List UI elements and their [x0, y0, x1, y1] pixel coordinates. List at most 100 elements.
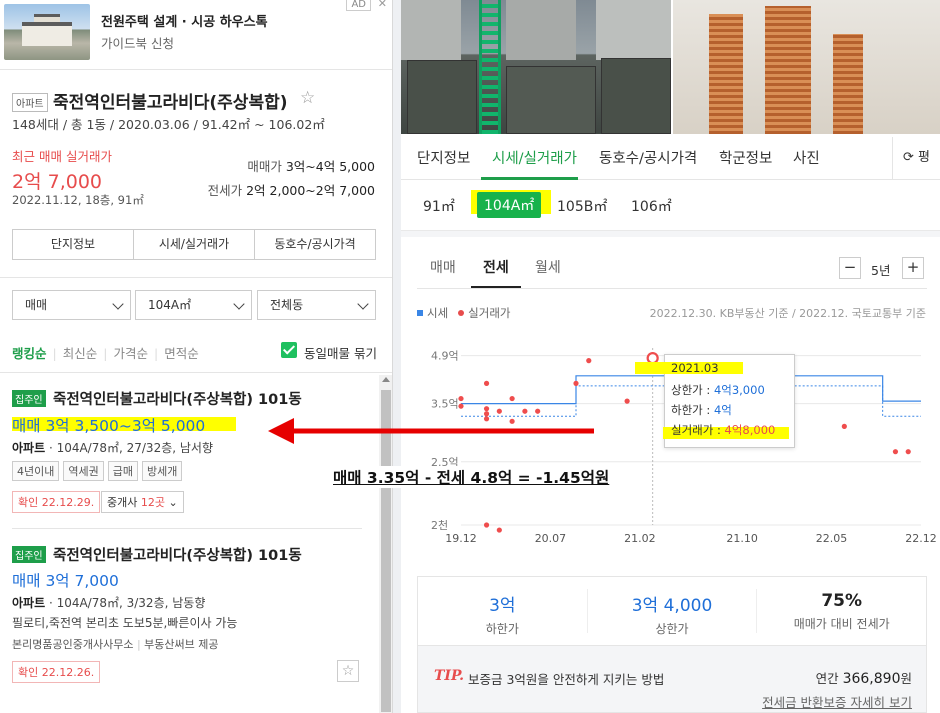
feature-tag: 역세권 [63, 461, 104, 481]
tooltip-upper: 상한가 : 4억3,000 [671, 382, 765, 398]
listing-type: 아파트 [12, 596, 46, 610]
real-trade-point [892, 449, 899, 455]
recent-trade-price: 2억 7,000 [12, 171, 103, 193]
listing-description: 아파트 · 104A/78㎡, 3/32층, 남동향 [12, 594, 205, 611]
real-trade-point [535, 408, 541, 414]
listing-type: 아파트 [12, 441, 46, 455]
agent-name: 본리명품공인중개사사무소 [12, 638, 134, 651]
complex-button-row: 단지정보 시세/실거래가 동호수/공시가격 [12, 229, 376, 260]
subtab-jeonse[interactable]: 전세 [483, 257, 509, 277]
group-same-label[interactable]: 동일매물 묶기 [304, 343, 377, 362]
sort-area[interactable]: 면적순 [164, 346, 199, 361]
subtab-monthly[interactable]: 월세 [535, 257, 561, 277]
tab-unit-price[interactable]: 동호수/공시가격 [599, 147, 697, 168]
listing-title[interactable]: 죽전역인터불고라비다(주상복합) 101동 [53, 388, 302, 409]
stat-ratio-label: 매매가 대비 전세가 [793, 617, 890, 631]
item-divider [12, 528, 362, 529]
real-trade-point [483, 411, 490, 417]
listing-title[interactable]: 죽전역인터불고라비다(주상복합) 101동 [53, 544, 302, 565]
area-option-91[interactable]: 91㎡ [423, 196, 455, 216]
real-trade-point [841, 423, 847, 429]
sale-range-value: 3억~4억 5,000 [285, 159, 375, 174]
scrollbar-thumb[interactable] [381, 390, 391, 712]
area-selector: 91㎡ 104A㎡ 105B㎡ 106㎡ [401, 180, 940, 230]
agent-info: 본리명품공인중개사사무소 | 부동산써브 제공 [12, 638, 219, 651]
subtab-sale[interactable]: 매매 [430, 257, 456, 277]
list-divider [0, 372, 392, 373]
real-trade-point [496, 408, 502, 414]
y-tick-label: 4.9억 [431, 350, 459, 363]
complex-info: 148세대 / 총 1동 / 2020.03.06 / 91.42㎡ ~ 106… [12, 117, 325, 132]
area-option-105b[interactable]: 105B㎡ [557, 196, 607, 216]
dong-select[interactable]: 전체동 [257, 290, 376, 320]
market-price-button[interactable]: 시세/실거래가 [134, 230, 255, 259]
tip-text[interactable]: 보증금 3억원을 안전하게 지키는 방법 [468, 669, 664, 688]
refresh-icon: ⟳ [903, 150, 914, 165]
group-same-checkbox[interactable] [281, 342, 297, 358]
tooltip-upper-value: 4억3,000 [713, 383, 765, 397]
real-trade-point [483, 380, 490, 386]
real-trade-point [522, 408, 528, 414]
feature-tags: 4년이내 역세권 급매 방세개 [12, 461, 183, 481]
x-tick-label: 22.12 [905, 532, 937, 545]
tooltip-real-value: 4억8,000 [724, 423, 776, 437]
confirm-date: 확인 22.12.29. [12, 491, 101, 513]
chart-tooltip: 2021.03 상한가 : 4억3,000 하한가 : 4억 실거래가 : 4억… [635, 354, 795, 448]
tooltip-real-label: 실거래가 : [671, 423, 725, 437]
tab-school[interactable]: 학군정보 [719, 147, 772, 168]
ad-subtitle[interactable]: 가이드북 신청 [101, 33, 174, 52]
ad-close-icon[interactable]: ✕ [378, 0, 387, 10]
listing-price[interactable]: 매매 3억 3,500~3억 5,000 [12, 414, 205, 436]
stat-upper-value: 3억 4,000 [631, 596, 713, 616]
broker-count-button[interactable]: 중개사 12곳 ⌄ [101, 491, 184, 513]
chevron-down-icon [357, 298, 369, 310]
favorite-star-icon[interactable]: ☆ [337, 660, 359, 682]
ad-badge: AD [346, 0, 371, 11]
real-trade-point [509, 395, 515, 402]
tip-panel: TIP. 보증금 3억원을 안전하게 지키는 방법 연간 366,890원 전세… [417, 646, 927, 713]
real-trade-point [573, 380, 579, 386]
model-photo[interactable] [673, 0, 940, 134]
real-trade-point [624, 398, 630, 404]
listing-note: 필로티,죽전역 본리초 도보5분,빠른이사 가능 [12, 616, 238, 630]
guarantee-link[interactable]: 전세금 반환보증 자세히 보기 [762, 692, 912, 711]
area-value: 104A㎡ [148, 298, 192, 312]
scroll-up-icon[interactable] [382, 377, 390, 382]
real-trade-point [458, 395, 464, 402]
sort-price[interactable]: 가격순 [113, 346, 148, 361]
jeonse-range-label: 전세가 [207, 183, 243, 198]
tab-complex-info[interactable]: 단지정보 [417, 147, 470, 168]
ad-thumbnail[interactable] [4, 4, 90, 60]
favorite-star-icon[interactable]: ☆ [300, 88, 315, 108]
chart-source: 2022.12.30. KB부동산 기준 / 2022.12. 국토교통부 기준 [649, 307, 926, 320]
tooltip-lower-value: 4억 [713, 403, 732, 417]
construction-photo[interactable] [401, 0, 671, 134]
listing-price[interactable]: 매매 3억 7,000 [12, 569, 119, 591]
sort-ranking[interactable]: 랭킹순 [12, 346, 47, 361]
tooltip-date: 2021.03 [671, 361, 719, 375]
unit-price-button[interactable]: 동호수/공시가격 [255, 230, 375, 259]
jeonse-price-range: 전세가 2억 2,000~2억 7,000 [208, 180, 375, 199]
jeonse-range-value: 2억 2,000~2억 7,000 [246, 183, 375, 198]
ad-banner[interactable]: 전원주택 설계 · 시공 하우스톡 가이드북 신청 AD ✕ [0, 0, 392, 70]
complex-info-button[interactable]: 단지정보 [13, 230, 134, 259]
deal-type-select[interactable]: 매매 [12, 290, 131, 320]
area-select[interactable]: 104A㎡ [135, 290, 252, 320]
stat-upper-label: 상한가 [655, 622, 689, 636]
tab-market-price[interactable]: 시세/실거래가 [492, 147, 577, 168]
broker-count: 12곳 [140, 496, 165, 509]
sort-latest[interactable]: 최신순 [63, 346, 98, 361]
period-minus-button[interactable]: − [839, 257, 861, 279]
chevron-down-icon [233, 298, 245, 310]
period-plus-button[interactable]: + [902, 257, 924, 279]
area-option-106[interactable]: 106㎡ [631, 196, 672, 216]
y-tick-label: 2천 [431, 518, 448, 532]
listing-spec: · 104A/78㎡, 27/32층, 남서향 [45, 441, 213, 455]
broker-label: 중개사 [107, 496, 138, 509]
x-tick-label: 21.10 [726, 532, 758, 545]
tab-photos[interactable]: 사진 [793, 147, 820, 168]
area-unit-toggle[interactable]: ⟳ 평 [892, 137, 940, 179]
section-band [401, 230, 940, 237]
area-option-104a[interactable]: 104A㎡ [477, 192, 542, 218]
ad-title[interactable]: 전원주택 설계 · 시공 하우스톡 [101, 11, 268, 30]
